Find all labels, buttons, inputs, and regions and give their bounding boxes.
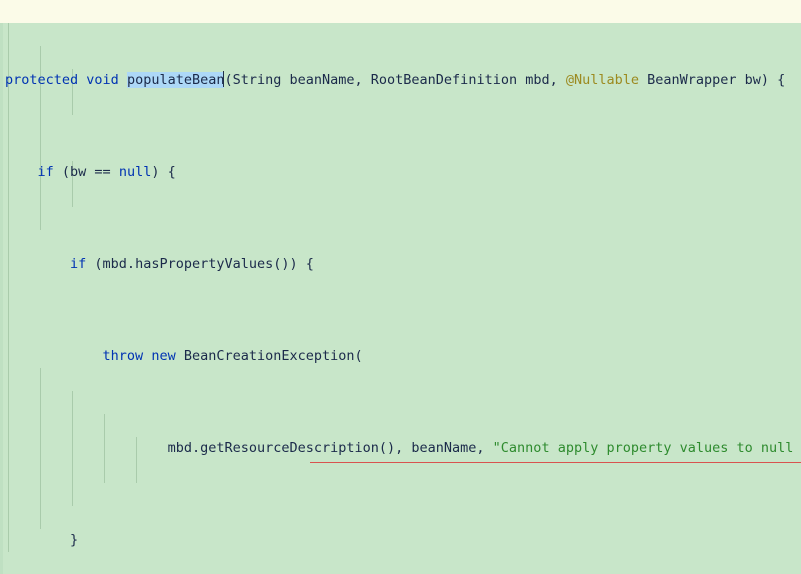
arguments-text: mbd.getResourceDescription(), beanName,: [167, 440, 493, 456]
code-lines[interactable]: protected void populateBean(String beanN…: [0, 0, 801, 574]
code-line-1[interactable]: protected void populateBean(String beanN…: [0, 69, 801, 92]
keyword-new: new: [151, 348, 176, 364]
method-params-part-1: (String beanName, RootBeanDefinition mbd…: [224, 72, 566, 88]
code-line-3[interactable]: if (mbd.hasPropertyValues()) {: [0, 253, 801, 276]
code-line-5[interactable]: mbd.getResourceDescription(), beanName, …: [0, 437, 801, 460]
selected-method-name[interactable]: populateBean: [126, 72, 225, 88]
condition-text: (bw ==: [53, 164, 119, 180]
keyword-throw: throw: [102, 348, 144, 364]
string-literal: "Cannot apply property values to null in: [492, 440, 801, 456]
keyword-void: void: [78, 72, 127, 88]
code-line-6[interactable]: }: [0, 529, 801, 552]
exception-type: BeanCreationException(: [175, 348, 363, 364]
nullable-annotation: @Nullable: [565, 72, 640, 88]
condition-text: (mbd.hasPropertyValues()) {: [86, 256, 314, 272]
code-line-2[interactable]: if (bw == null) {: [0, 161, 801, 184]
code-line-4[interactable]: throw new BeanCreationException(: [0, 345, 801, 368]
match-underline-rule: [310, 462, 801, 463]
keyword-protected: protected: [5, 72, 79, 88]
keyword-if: if: [70, 256, 87, 272]
code-editor[interactable]: protected void populateBean(String beanN…: [0, 0, 801, 574]
line-tail: ) {: [151, 164, 176, 180]
method-params-part-2: BeanWrapper bw) {: [639, 72, 786, 88]
keyword-null: null: [118, 164, 152, 180]
keyword-if: if: [37, 164, 54, 180]
closing-brace: }: [5, 532, 79, 548]
